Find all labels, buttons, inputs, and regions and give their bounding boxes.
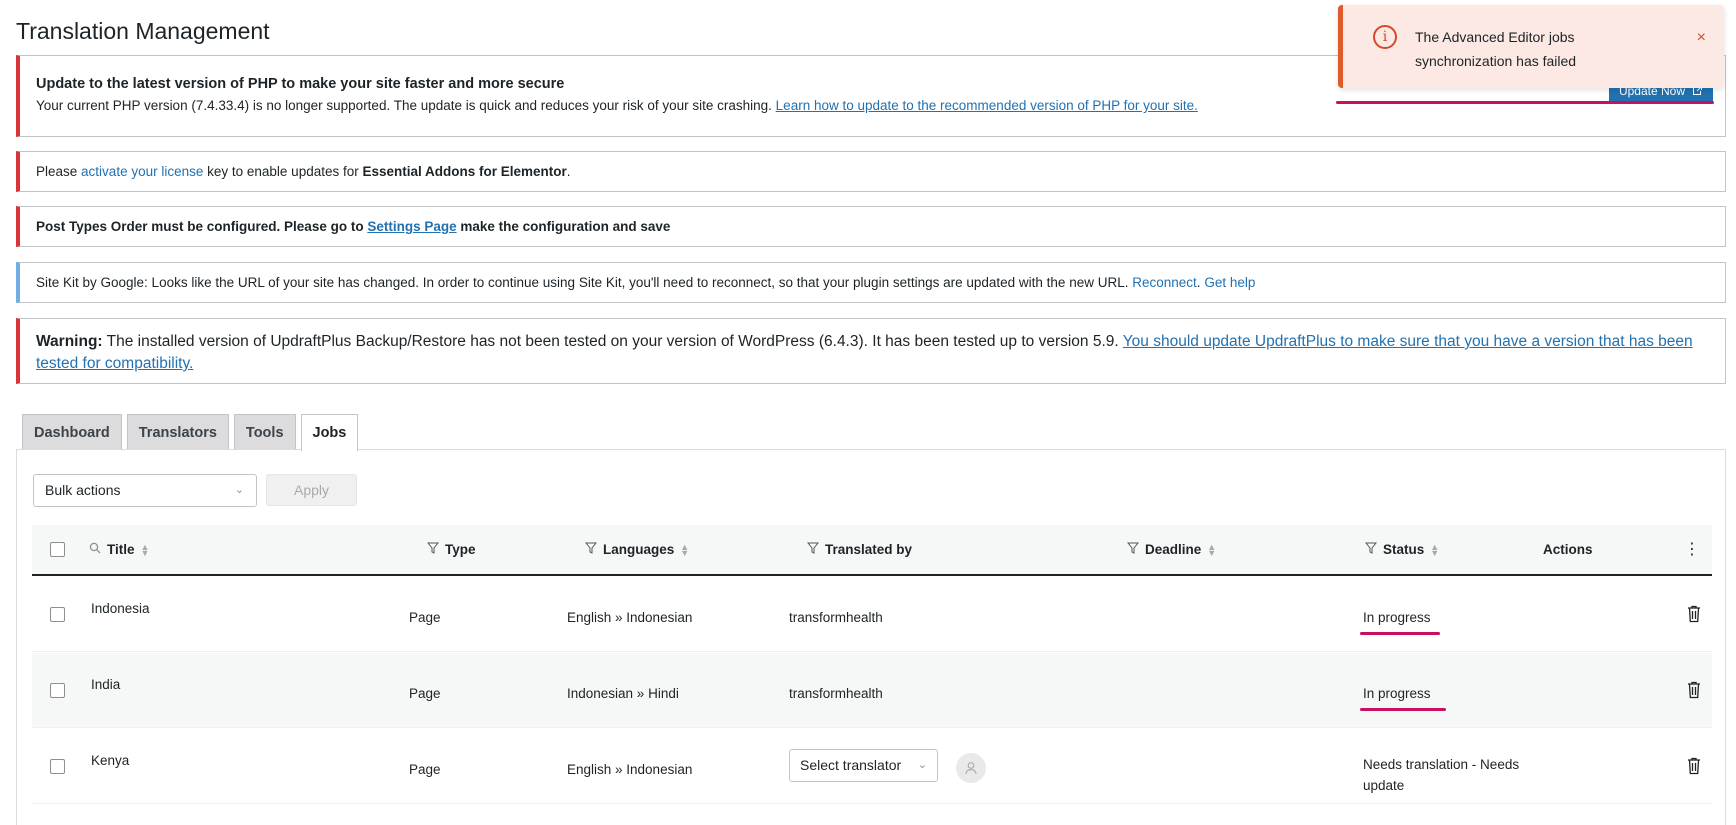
column-languages[interactable]: Languages ▲ ▼ — [584, 542, 689, 557]
job-type: Page — [409, 610, 441, 625]
job-title: Kenya — [91, 753, 130, 768]
kebab-menu-icon[interactable]: ⋮ — [1684, 539, 1700, 559]
bulk-actions-select[interactable]: Bulk actions ⌄ — [33, 474, 257, 507]
job-type: Page — [409, 686, 441, 701]
table-row: Kenya Page English » Indonesian Select t… — [32, 729, 1712, 804]
select-translator-dropdown[interactable]: Select translator ⌄ — [789, 749, 938, 782]
php-learn-link[interactable]: Learn how to update to the recommended v… — [776, 98, 1198, 113]
close-icon[interactable]: × — [1697, 29, 1706, 47]
sort-icon[interactable]: ▲ ▼ — [1207, 542, 1216, 557]
sort-icon[interactable]: ▲ ▼ — [1430, 542, 1439, 557]
filter-icon[interactable] — [1364, 542, 1378, 557]
chevron-down-icon: ⌄ — [234, 484, 244, 496]
user-icon[interactable] — [956, 753, 986, 783]
job-translator: transformhealth — [789, 686, 883, 701]
sort-icon[interactable]: ▲ ▼ — [141, 542, 150, 557]
filter-icon[interactable] — [584, 542, 598, 557]
job-languages: Indonesian » Hindi — [567, 686, 679, 701]
row-checkbox[interactable] — [50, 683, 65, 698]
apply-button[interactable]: Apply — [266, 474, 357, 506]
sitekit-notice: Site Kit by Google: Looks like the URL o… — [16, 262, 1726, 303]
page-title: Translation Management — [16, 18, 270, 44]
tab-dashboard[interactable]: Dashboard — [22, 414, 122, 450]
job-title: India — [91, 677, 121, 692]
job-languages: English » Indonesian — [567, 762, 693, 777]
activate-license-link[interactable]: activate your license — [81, 164, 203, 179]
search-icon — [89, 542, 101, 557]
error-toast: i The Advanced Editor jobs synchronizati… — [1338, 5, 1724, 88]
column-type: Type — [426, 542, 476, 557]
column-title[interactable]: Title ▲ ▼ — [89, 542, 149, 557]
table-row: India Page Indonesian » Hindi transformh… — [32, 653, 1712, 728]
tab-translators[interactable]: Translators — [126, 414, 229, 450]
job-languages: English » Indonesian — [567, 610, 693, 625]
annotation-underline — [1360, 632, 1440, 635]
trash-icon[interactable] — [1687, 757, 1701, 775]
settings-page-link[interactable]: Settings Page — [367, 219, 456, 234]
job-status: In progress — [1363, 610, 1431, 625]
row-checkbox[interactable] — [50, 759, 65, 774]
job-status: In progress — [1363, 686, 1431, 701]
tab-tools[interactable]: Tools — [233, 414, 296, 450]
table-header: Title ▲ ▼ Type Languages ▲ ▼ Translated by… — [32, 525, 1712, 576]
column-deadline[interactable]: Deadline ▲ ▼ — [1126, 542, 1216, 557]
post-types-order-notice: Post Types Order must be configured. Ple… — [16, 206, 1726, 247]
job-translator: transformhealth — [789, 610, 883, 625]
reconnect-link[interactable]: Reconnect — [1132, 275, 1197, 290]
sort-icon[interactable]: ▲ ▼ — [680, 542, 689, 557]
annotation-underline — [1360, 708, 1446, 711]
row-checkbox[interactable] — [50, 607, 65, 622]
license-notice: Please activate your license key to enab… — [16, 151, 1726, 192]
filter-icon[interactable] — [426, 542, 440, 557]
nav-tabs: Dashboard Translators Tools Jobs — [22, 414, 359, 451]
column-translated-by: Translated by — [806, 542, 912, 557]
trash-icon[interactable] — [1687, 681, 1701, 699]
chevron-down-icon: ⌄ — [917, 759, 927, 771]
job-status: Needs translation - Needs update — [1363, 757, 1520, 793]
get-help-link[interactable]: Get help — [1204, 275, 1255, 290]
updraftplus-warning-notice: Warning: The installed version of Updraf… — [16, 318, 1726, 384]
table-row: Indonesia Page English » Indonesian tran… — [32, 577, 1712, 652]
select-all-checkbox[interactable] — [50, 542, 65, 557]
info-icon: i — [1373, 25, 1397, 49]
filter-icon[interactable] — [806, 542, 820, 557]
job-title: Indonesia — [91, 601, 150, 616]
column-actions: Actions — [1543, 542, 1593, 557]
filter-icon[interactable] — [1126, 542, 1140, 557]
tab-jobs[interactable]: Jobs — [300, 414, 359, 451]
column-status[interactable]: Status ▲ ▼ — [1364, 542, 1439, 557]
jobs-panel: Bulk actions ⌄ Apply Title ▲ ▼ Type Langu… — [16, 449, 1726, 825]
annotation-underline — [1336, 101, 1714, 104]
toast-message: The Advanced Editor jobs synchronization… — [1415, 29, 1577, 69]
job-type: Page — [409, 762, 441, 777]
trash-icon[interactable] — [1687, 605, 1701, 623]
